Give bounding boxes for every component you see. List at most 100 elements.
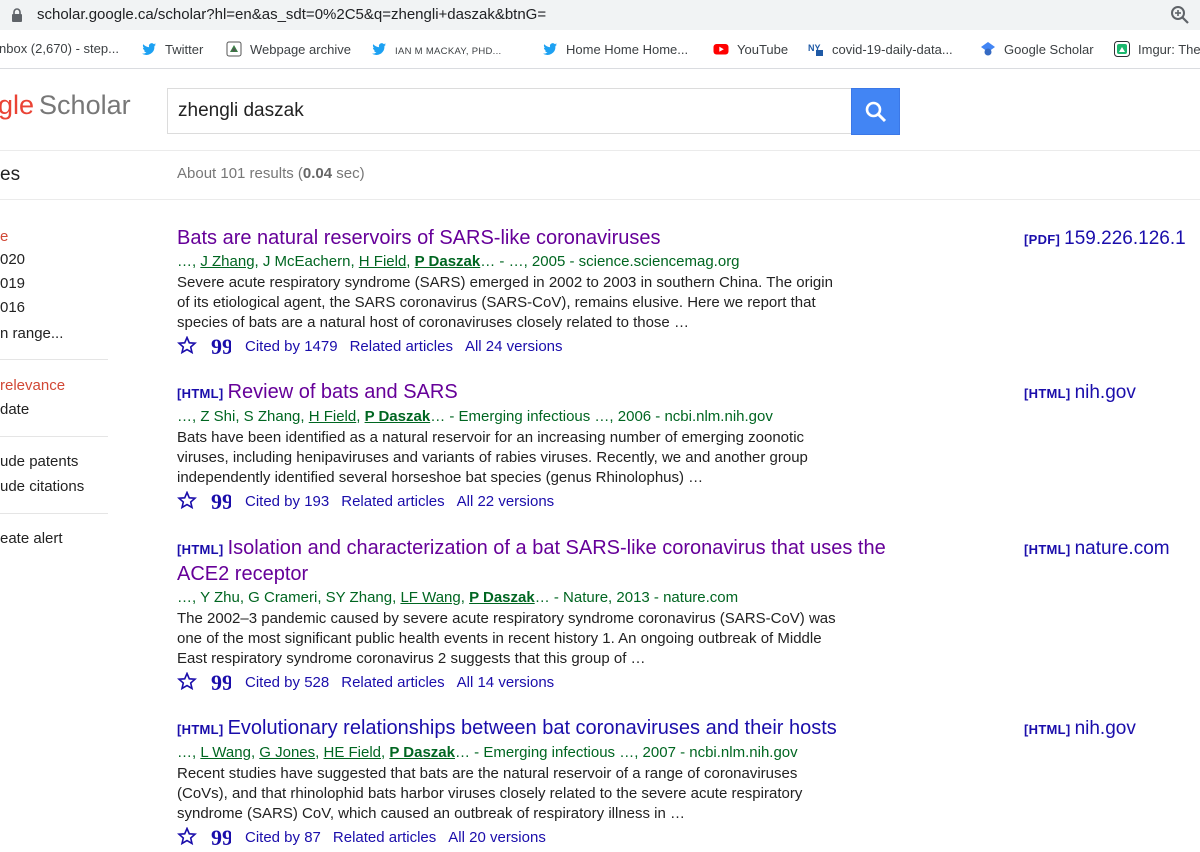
result-actions: 99 Cited by 87 Related articles All 20 vers… [177, 827, 917, 848]
fulltext-tag: [HTML] [1024, 722, 1071, 737]
results-count-suffix: sec) [332, 165, 365, 182]
logo-letter: g [0, 90, 14, 120]
sidebar-time-2020[interactable]: 020 [0, 251, 25, 268]
articles-label: es [0, 164, 21, 185]
zoom-icon[interactable] [1170, 5, 1190, 25]
nyc-icon: NY [808, 43, 823, 56]
bookmark-webpage-archive[interactable]: Webpage archive [226, 41, 351, 59]
sidebar-sort-date[interactable]: date [0, 401, 29, 418]
bookmark-imgur[interactable]: Imgur: The [1114, 41, 1200, 59]
twitter-icon [543, 43, 557, 55]
cite-icon[interactable]: 99 [211, 827, 231, 845]
search-button[interactable] [851, 88, 900, 135]
url-text[interactable]: scholar.google.ca/scholar?hl=en&as_sdt=0… [37, 6, 546, 23]
related-articles-link[interactable]: Related articles [341, 674, 444, 691]
sidebar-include-patents[interactable]: ude patents [0, 453, 78, 470]
bookmark-youtube[interactable]: YouTube [713, 41, 788, 59]
results-count: About 101 results (0.04 sec) [177, 165, 365, 182]
result-item: [HTML] Review of bats and SARS …, Z Shi, … [177, 380, 917, 512]
related-articles-link[interactable]: Related articles [350, 338, 453, 355]
result-title[interactable]: [HTML] Review of bats and SARS [177, 380, 917, 406]
author-link[interactable]: P Daszak [365, 408, 431, 425]
sidebar-sort-relevance[interactable]: relevance [0, 377, 65, 394]
result-fulltext-link[interactable]: [HTML] nih.gov [1024, 718, 1136, 740]
result-fulltext-link[interactable]: [PDF] 159.226.126.1 [1024, 228, 1186, 250]
bookmark-twitter[interactable]: Twitter [141, 41, 203, 59]
bookmark-home[interactable]: Home Home Home... [542, 41, 688, 59]
search-box [167, 88, 851, 134]
related-articles-link[interactable]: Related articles [333, 829, 436, 846]
star-icon[interactable] [177, 491, 197, 509]
author-link[interactable]: H Field [359, 253, 407, 270]
meta-suffix: … - Emerging infectious …, 2007 - ncbi.n… [454, 744, 798, 761]
cite-icon[interactable]: 99 [211, 491, 231, 509]
bookmark-inbox[interactable]: nbox (2,670) - step... [0, 41, 119, 59]
all-versions-link[interactable]: All 22 versions [457, 493, 555, 510]
bookmark-ian-mackay[interactable]: IAN M MACKAY, PHD... [371, 41, 501, 59]
svg-text:99: 99 [211, 672, 231, 690]
cite-icon[interactable]: 99 [211, 336, 231, 354]
logo-scholar-text: Scholar [39, 90, 131, 120]
search-icon [865, 101, 887, 123]
result-title[interactable]: [HTML] Evolutionary relationships between… [177, 716, 917, 742]
cite-icon[interactable]: 99 [211, 672, 231, 690]
result-fulltext-link[interactable]: [HTML] nih.gov [1024, 382, 1136, 404]
search-input[interactable] [168, 89, 838, 133]
all-versions-link[interactable]: All 14 versions [457, 674, 555, 691]
fulltext-domain: nih.gov [1074, 718, 1136, 739]
meta-prefix: …, [177, 253, 201, 270]
star-icon[interactable] [177, 336, 197, 354]
imgur-icon [1114, 41, 1130, 57]
bookmark-covid-data[interactable]: NY covid-19-daily-data... [808, 41, 953, 59]
lock-icon [12, 8, 22, 22]
bookmark-label: YouTube [737, 42, 789, 57]
sidebar-time-2019[interactable]: 019 [0, 275, 25, 292]
address-bar[interactable]: scholar.google.ca/scholar?hl=en&as_sdt=0… [0, 0, 1200, 30]
sidebar-include-citations[interactable]: ude citations [0, 478, 84, 495]
author-link[interactable]: J Zhang [200, 253, 254, 270]
author-link[interactable]: HE Field [324, 744, 382, 761]
result-title[interactable]: [HTML] Isolation and characterization of … [177, 536, 917, 587]
star-icon[interactable] [177, 827, 197, 845]
sidebar-create-alert[interactable]: eate alert [0, 530, 63, 547]
author-link[interactable]: P Daszak [389, 744, 455, 761]
result-fulltext-link[interactable]: [HTML] nature.com [1024, 538, 1170, 560]
result-tag: [HTML] [177, 722, 224, 737]
results-count-time: 0.04 [302, 165, 333, 182]
result-item: Bats are natural reservoirs of SARS-like… [177, 226, 917, 357]
star-icon[interactable] [177, 672, 197, 690]
sidebar-custom-range[interactable]: n range... [0, 325, 63, 342]
result-snippet: Severe acute respiratory syndrome (SARS)… [177, 274, 833, 331]
author-link[interactable]: LF Wang [400, 589, 460, 606]
author-link[interactable]: G Jones [259, 744, 315, 761]
author-link[interactable]: L Wang [200, 744, 251, 761]
all-versions-link[interactable]: All 24 versions [465, 338, 563, 355]
cited-by-link[interactable]: Cited by 193 [245, 493, 329, 510]
sidebar-time-any[interactable]: e [0, 228, 8, 245]
header-divider-2 [0, 199, 1200, 200]
cited-by-link[interactable]: Cited by 528 [245, 674, 329, 691]
bookmark-label: Webpage archive [250, 42, 351, 57]
bookmark-google-scholar[interactable]: Google Scholar [980, 41, 1094, 59]
meta-suffix: … - …, 2005 - science.sciencemag.org [480, 253, 740, 270]
svg-text:99: 99 [211, 336, 231, 354]
result-title-text: Evolutionary relationships between bat c… [227, 717, 837, 739]
twitter-icon [142, 43, 156, 55]
cited-by-link[interactable]: Cited by 87 [245, 829, 321, 846]
fulltext-domain: nature.com [1074, 538, 1170, 559]
cited-by-link[interactable]: Cited by 1479 [245, 338, 338, 355]
author-link[interactable]: H Field [309, 408, 357, 425]
all-versions-link[interactable]: All 20 versions [448, 829, 546, 846]
archive-icon [226, 41, 242, 57]
scholar-logo[interactable]: gle Scholar [0, 90, 131, 121]
bookmark-label: covid-19-daily-data... [832, 42, 953, 57]
result-tag: [HTML] [177, 542, 224, 557]
author-link[interactable]: P Daszak [415, 253, 481, 270]
bookmark-label: nbox (2,670) - step... [0, 41, 119, 56]
result-actions: 99 Cited by 1479 Related articles All 24 ve… [177, 336, 917, 357]
author-link[interactable]: P Daszak [469, 589, 535, 606]
result-title-text: Review of bats and SARS [227, 381, 458, 403]
related-articles-link[interactable]: Related articles [341, 493, 444, 510]
result-title[interactable]: Bats are natural reservoirs of SARS-like… [177, 226, 917, 251]
sidebar-time-2016[interactable]: 016 [0, 299, 25, 316]
